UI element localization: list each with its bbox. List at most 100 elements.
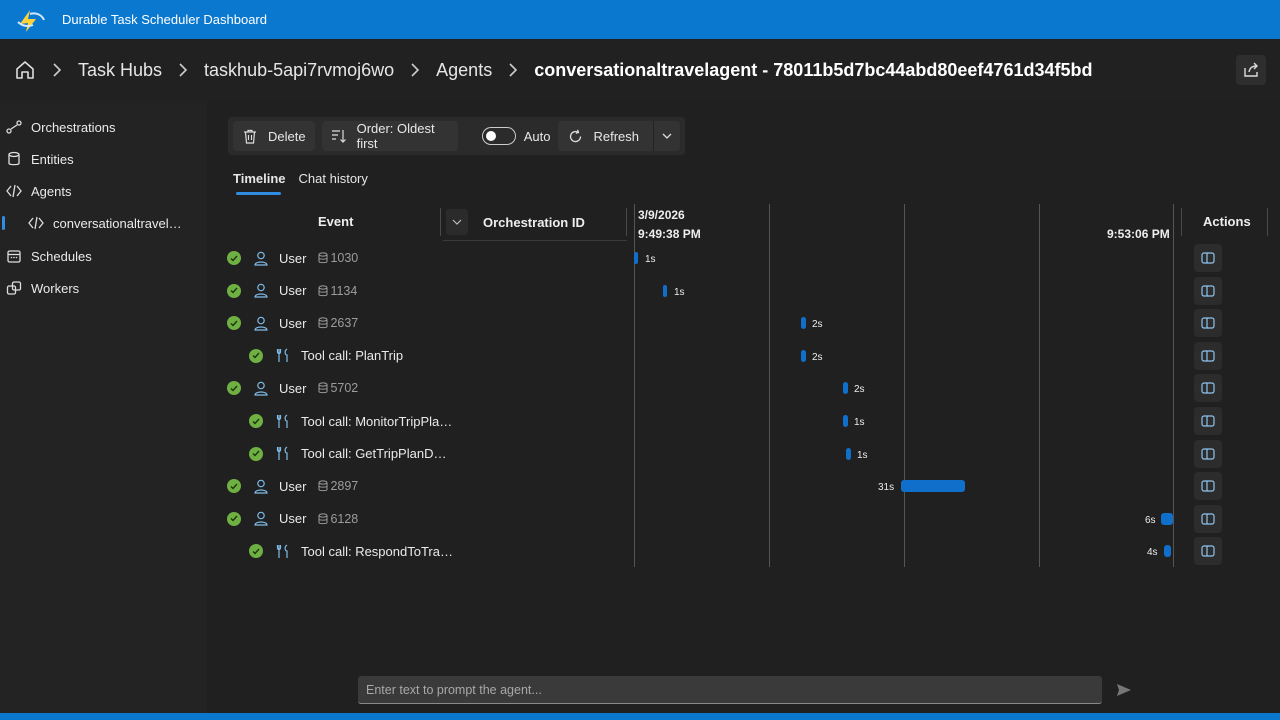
table-row[interactable]: User 2637 xyxy=(227,307,358,339)
sidebar-item-workers[interactable]: Workers xyxy=(0,272,207,304)
tool-icon xyxy=(275,348,291,364)
open-details-button[interactable] xyxy=(1194,439,1222,468)
table-row[interactable]: User 2897 xyxy=(227,470,358,502)
table-row[interactable]: User 1030 xyxy=(227,242,358,274)
table-row[interactable]: User 1134 xyxy=(227,275,357,307)
timeline-bar[interactable] xyxy=(901,480,965,493)
timeline-bar[interactable] xyxy=(634,252,638,264)
expand-columns-button[interactable] xyxy=(446,209,468,235)
home-icon[interactable] xyxy=(14,59,36,81)
agent-icon xyxy=(28,215,44,231)
open-details-button[interactable] xyxy=(1194,472,1222,501)
tab-chat-history[interactable]: Chat history xyxy=(299,171,368,192)
timeline-bar[interactable] xyxy=(843,415,848,427)
calendar-icon xyxy=(6,248,22,264)
open-details-button[interactable] xyxy=(1194,244,1222,272)
event-label: Tool call: PlanTrip xyxy=(301,348,404,364)
column-divider[interactable] xyxy=(626,208,627,236)
sidebar-item-orchestrations[interactable]: Orchestrations xyxy=(0,111,207,143)
database-icon xyxy=(318,284,328,297)
open-details-button[interactable] xyxy=(1194,407,1222,435)
timeline-bar[interactable] xyxy=(843,382,848,395)
success-check-icon xyxy=(227,511,241,526)
timeline-bar[interactable] xyxy=(846,447,851,460)
column-header-event[interactable]: Event xyxy=(318,214,353,229)
panel-icon xyxy=(1201,513,1215,525)
open-details-button[interactable] xyxy=(1194,309,1222,338)
sidebar-item-label: Agents xyxy=(31,183,72,199)
selected-indicator xyxy=(2,216,5,230)
app-title: Durable Task Scheduler Dashboard xyxy=(62,12,267,27)
duration-label: 1s xyxy=(645,254,656,265)
sidebar-item-schedules[interactable]: Schedules xyxy=(0,240,207,272)
table-row[interactable]: Tool call: PlanTrip xyxy=(249,340,403,372)
success-check-icon xyxy=(227,251,241,265)
toggle-switch[interactable] xyxy=(481,127,516,145)
column-header-actions: Actions xyxy=(1203,214,1251,229)
sidebar-item-conversationaltravelagent[interactable]: conversationaltravel… xyxy=(0,207,207,239)
timeline-gridline xyxy=(1039,204,1040,567)
table-row[interactable]: User 5702 xyxy=(227,372,358,404)
breadcrumb-task-hubs[interactable]: Task Hubs xyxy=(78,60,162,81)
open-details-button[interactable] xyxy=(1194,276,1222,305)
chevron-down-icon xyxy=(662,133,672,139)
breadcrumb: Task Hubs taskhub-5api7rvmoj6wo Agents c… xyxy=(0,39,1280,101)
open-details-button[interactable] xyxy=(1194,537,1222,566)
table-row[interactable]: User 6128 xyxy=(227,503,358,535)
database-icon xyxy=(6,151,22,167)
delete-button[interactable]: Delete xyxy=(233,121,315,151)
chevron-right-icon xyxy=(504,61,522,79)
timeline-start-time: 9:49:38 PM xyxy=(638,227,701,241)
sidebar-item-label: Schedules xyxy=(31,248,92,264)
auto-refresh-toggle[interactable]: Auto xyxy=(481,127,550,145)
header-divider xyxy=(443,240,627,241)
open-details-button[interactable] xyxy=(1194,504,1222,533)
user-icon xyxy=(253,250,269,266)
table-row[interactable]: Tool call: GetTripPlanD… xyxy=(249,438,446,470)
success-check-icon xyxy=(249,414,263,428)
send-button[interactable] xyxy=(1113,680,1135,700)
user-icon xyxy=(253,511,269,527)
breadcrumb-agents[interactable]: Agents xyxy=(436,60,492,81)
duration-label: 2s xyxy=(854,384,865,396)
panel-icon xyxy=(1201,252,1215,264)
success-check-icon xyxy=(227,479,241,494)
column-divider xyxy=(1181,208,1182,236)
timeline-bar[interactable] xyxy=(1161,512,1173,525)
sidebar-item-entities[interactable]: Entities xyxy=(0,143,207,175)
refresh-button[interactable]: Refresh xyxy=(558,121,654,151)
refresh-options-button[interactable] xyxy=(654,121,680,151)
panel-icon xyxy=(1201,545,1215,557)
panel-icon xyxy=(1201,317,1215,329)
tool-icon xyxy=(275,446,291,462)
app-logo-icon xyxy=(16,6,48,34)
table-row[interactable]: Tool call: MonitorTripPla… xyxy=(249,405,452,437)
timeline-bar[interactable] xyxy=(663,284,667,297)
open-details-button[interactable] xyxy=(1194,341,1222,370)
success-check-icon xyxy=(249,446,263,461)
table-row[interactable]: Tool call: RespondToTra… xyxy=(249,535,453,567)
column-header-orchestration-id[interactable]: Orchestration ID xyxy=(483,215,585,230)
main-content: Delete Order: Oldest first Auto Refresh … xyxy=(207,101,1280,713)
sidebar-item-agents[interactable]: Agents xyxy=(0,175,207,207)
column-divider[interactable] xyxy=(440,208,441,236)
prompt-input[interactable]: Enter text to prompt the agent... xyxy=(358,676,1102,704)
timeline-bar[interactable] xyxy=(1164,545,1171,558)
timeline-end-time: 9:53:06 PM xyxy=(1107,227,1170,241)
duration-label: 2s xyxy=(812,351,823,363)
success-check-icon xyxy=(249,544,263,559)
open-details-button[interactable] xyxy=(1194,374,1222,403)
sidebar-item-label: Workers xyxy=(31,280,80,296)
share-button[interactable] xyxy=(1236,55,1266,85)
page-title: conversationaltravelagent - 78011b5d7bc4… xyxy=(534,59,1093,80)
duration-label: 1s xyxy=(674,286,685,298)
duration-label: 1s xyxy=(854,417,865,428)
breadcrumb-taskhub[interactable]: taskhub-5api7rvmoj6wo xyxy=(204,60,394,81)
duration-label: 1s xyxy=(857,449,868,461)
order-button[interactable]: Order: Oldest first xyxy=(321,121,458,151)
timeline-bar[interactable] xyxy=(801,349,806,362)
chevron-down-icon xyxy=(452,219,462,225)
timeline-bar[interactable] xyxy=(801,317,806,330)
tab-timeline[interactable]: Timeline xyxy=(233,171,286,195)
database-icon xyxy=(318,382,328,394)
